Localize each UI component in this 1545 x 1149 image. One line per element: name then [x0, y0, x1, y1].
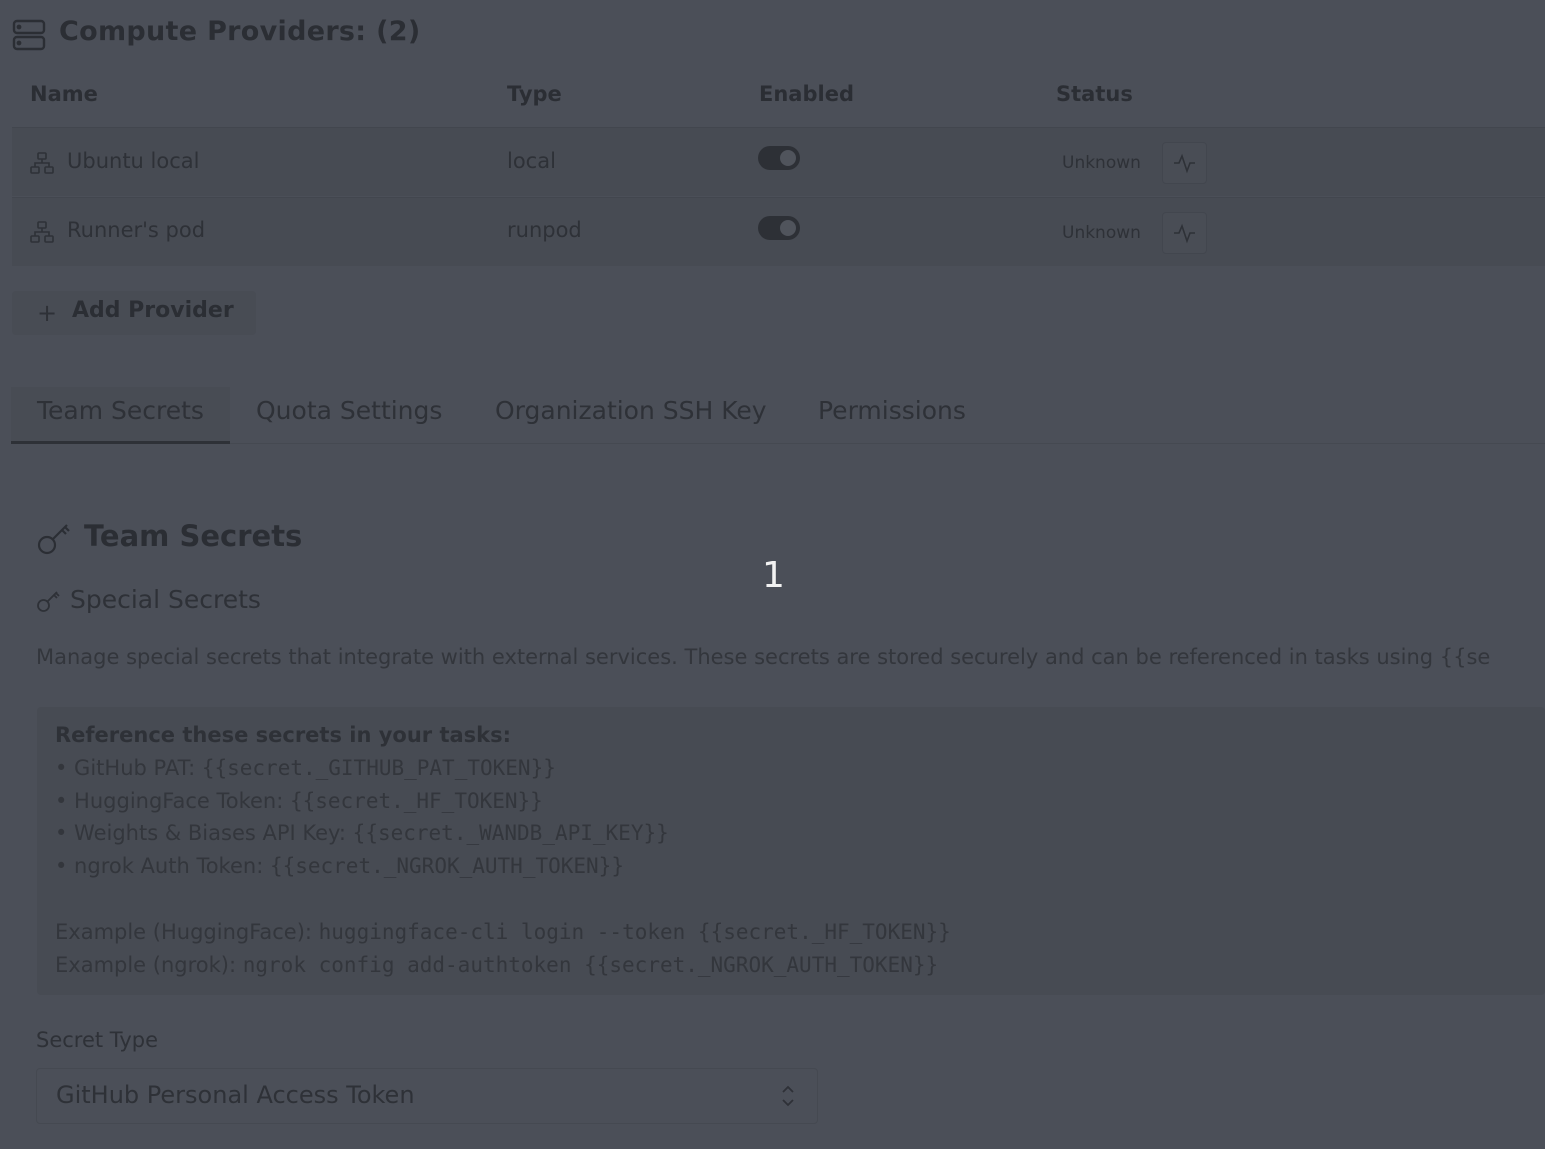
example-line: Example (HuggingFace): huggingface-cli l… — [55, 920, 951, 944]
status-text: Unknown — [1062, 153, 1141, 173]
page-title: Compute Providers: (2) — [59, 16, 421, 47]
provider-name[interactable]: Runner's pod — [67, 218, 205, 242]
key-icon — [36, 588, 61, 613]
table-row: Ubuntu local local Unknown — [12, 127, 1545, 196]
column-header-status: Status — [1056, 82, 1133, 106]
check-status-button[interactable] — [1162, 212, 1207, 254]
tab-permissions[interactable]: Permissions — [818, 396, 966, 425]
activity-icon — [1174, 223, 1195, 244]
add-provider-label: Add Provider — [72, 298, 234, 323]
key-icon — [36, 520, 72, 556]
column-header-type: Type — [507, 82, 562, 106]
column-header-name: Name — [30, 82, 98, 106]
active-tab-indicator — [11, 441, 230, 444]
secret-reference-code: {{secret._WANDB_API_KEY}} — [352, 821, 669, 845]
plus-icon: + — [37, 299, 58, 327]
example-line: Example (ngrok): ngrok config add-authto… — [55, 953, 939, 977]
enabled-toggle[interactable] — [758, 146, 800, 170]
network-node-icon — [30, 151, 54, 175]
example-code: ngrok config add-authtoken {{secret._NGR… — [242, 953, 939, 977]
step-badge: 1 — [762, 555, 785, 596]
tab-quota-settings[interactable]: Quota Settings — [256, 396, 442, 425]
tab-team-secrets[interactable]: Team Secrets — [37, 396, 204, 425]
status-text: Unknown — [1062, 223, 1141, 243]
provider-type: runpod — [507, 218, 582, 242]
add-provider-button[interactable]: + Add Provider — [12, 291, 256, 335]
column-header-enabled: Enabled — [759, 82, 854, 106]
reference-item: • GitHub PAT: {{secret._GITHUB_PAT_TOKEN… — [55, 756, 556, 780]
enabled-toggle[interactable] — [758, 216, 800, 240]
reference-heading: Reference these secrets in your tasks: — [55, 723, 512, 747]
tab-organization-ssh-key[interactable]: Organization SSH Key — [495, 396, 767, 425]
network-node-icon — [30, 220, 54, 244]
provider-type: local — [507, 149, 556, 173]
provider-name[interactable]: Ubuntu local — [67, 149, 199, 173]
check-status-button[interactable] — [1162, 142, 1207, 184]
section-title: Team Secrets — [84, 519, 303, 553]
secret-type-select[interactable]: GitHub Personal Access Token — [36, 1068, 818, 1124]
subsection-title: Special Secrets — [70, 585, 261, 614]
activity-icon — [1174, 153, 1195, 174]
reference-item: • ngrok Auth Token: {{secret._NGROK_AUTH… — [55, 854, 624, 878]
reference-info-box: Reference these secrets in your tasks: •… — [37, 707, 1545, 995]
secret-reference-code: {{secret._HF_TOKEN}} — [289, 789, 543, 813]
secret-type-label: Secret Type — [36, 1028, 159, 1052]
table-row: Runner's pod runpod Unknown — [12, 197, 1545, 266]
secret-reference-code: {{secret._NGROK_AUTH_TOKEN}} — [269, 854, 624, 878]
reference-item: • Weights & Biases API Key: {{secret._WA… — [55, 821, 669, 845]
chevron-up-down-icon — [779, 1081, 797, 1111]
reference-item: • HuggingFace Token: {{secret._HF_TOKEN}… — [55, 789, 543, 813]
server-icon — [12, 18, 46, 52]
tabs-divider — [11, 443, 1545, 444]
example-code: huggingface-cli login --token {{secret._… — [318, 920, 951, 944]
section-description: Manage special secrets that integrate wi… — [36, 645, 1491, 669]
secret-type-value: GitHub Personal Access Token — [56, 1081, 415, 1109]
secret-reference-code: {{secret._GITHUB_PAT_TOKEN}} — [201, 756, 556, 780]
